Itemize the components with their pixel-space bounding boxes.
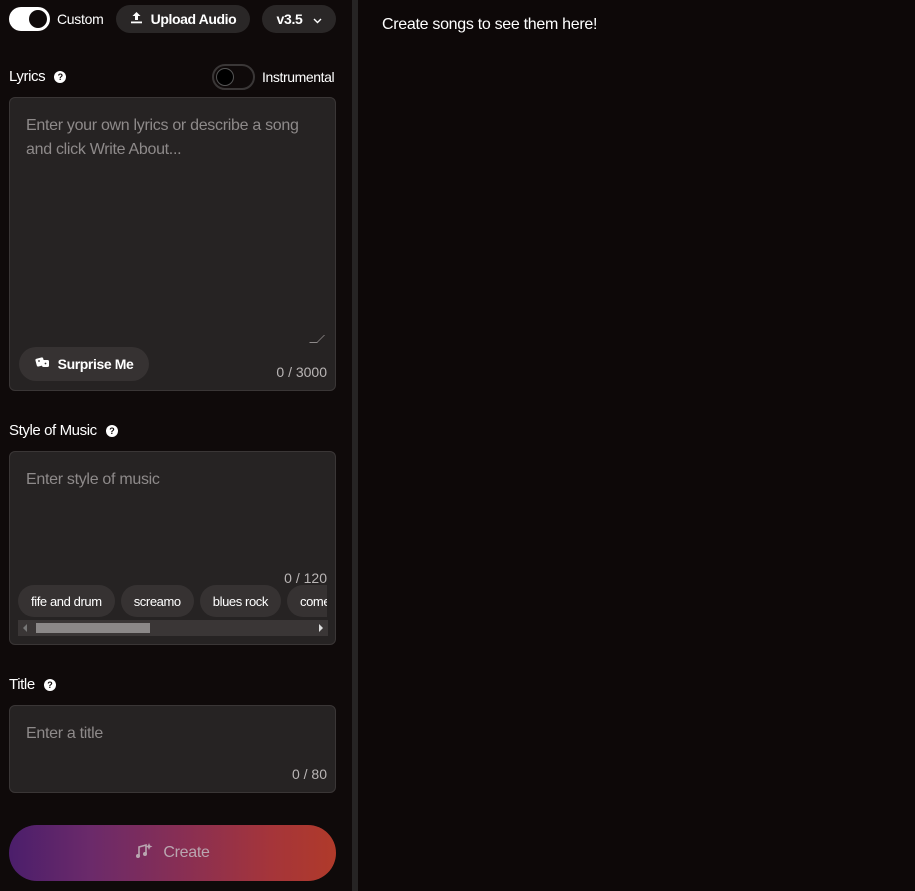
instrumental-label: Instrumental — [262, 69, 335, 85]
style-tag[interactable]: fife and drum — [18, 585, 115, 617]
surprise-me-label: Surprise Me — [57, 356, 134, 372]
toggle-knob — [216, 68, 234, 86]
scroll-right-icon[interactable] — [319, 624, 323, 632]
model-version-dropdown[interactable]: v3.5 — [262, 5, 336, 33]
instrumental-toggle[interactable] — [212, 64, 255, 90]
toggle-knob — [29, 10, 47, 28]
dice-icon — [35, 356, 50, 372]
tags-scrollbar[interactable] — [18, 620, 328, 636]
style-tag[interactable]: blues rock — [199, 585, 281, 617]
help-icon[interactable]: ? — [54, 70, 67, 83]
surprise-me-button[interactable]: Surprise Me — [19, 347, 149, 381]
lyrics-char-counter: 0 / 3000 — [276, 364, 327, 380]
custom-mode-toggle[interactable] — [9, 7, 50, 31]
version-label: v3.5 — [276, 11, 303, 27]
empty-state-message: Create songs to see them here! — [382, 16, 598, 33]
lyrics-heading: Lyrics ? — [9, 68, 67, 85]
scroll-left-icon[interactable] — [23, 624, 27, 632]
scrollbar-thumb[interactable] — [36, 623, 150, 633]
title-input[interactable]: Enter a title — [26, 722, 319, 746]
title-heading: Title ? — [9, 676, 56, 693]
lyrics-textarea[interactable]: Enter your own lyrics or describe a song… — [26, 114, 319, 162]
style-tag[interactable]: comedy — [287, 585, 327, 617]
style-box: Enter style of music 0 / 120 fife and dr… — [9, 451, 336, 645]
create-button[interactable]: Create — [9, 825, 336, 881]
style-tag[interactable]: screamo — [120, 585, 194, 617]
style-label: Style of Music — [9, 422, 97, 439]
help-icon[interactable]: ? — [43, 678, 56, 691]
style-char-counter: 0 / 120 — [284, 570, 327, 586]
help-icon[interactable]: ? — [105, 424, 118, 437]
upload-icon — [130, 11, 143, 27]
style-tag-list: fife and drum screamo blues rock comedy — [18, 585, 327, 617]
title-label: Title — [9, 676, 35, 693]
music-note-sparkle-icon — [135, 842, 153, 864]
title-box: Enter a title 0 / 80 — [9, 705, 336, 793]
upload-audio-label: Upload Audio — [150, 11, 237, 27]
custom-mode-label: Custom — [57, 11, 104, 27]
create-label: Create — [163, 844, 210, 861]
style-input[interactable]: Enter style of music — [26, 468, 319, 492]
lyrics-label: Lyrics — [9, 68, 46, 85]
lyrics-box: Enter your own lyrics or describe a song… — [9, 97, 336, 391]
resize-handle-icon[interactable] — [309, 335, 325, 343]
chevron-down-icon — [313, 11, 322, 27]
title-char-counter: 0 / 80 — [291, 766, 327, 782]
app-root: Custom Upload Audio v3.5 Lyrics ? Instru… — [0, 0, 915, 891]
create-panel: Custom Upload Audio v3.5 Lyrics ? Instru… — [0, 0, 352, 891]
upload-audio-button[interactable]: Upload Audio — [116, 5, 250, 33]
style-heading: Style of Music ? — [9, 422, 118, 439]
song-list-panel: Create songs to see them here! — [358, 0, 915, 891]
